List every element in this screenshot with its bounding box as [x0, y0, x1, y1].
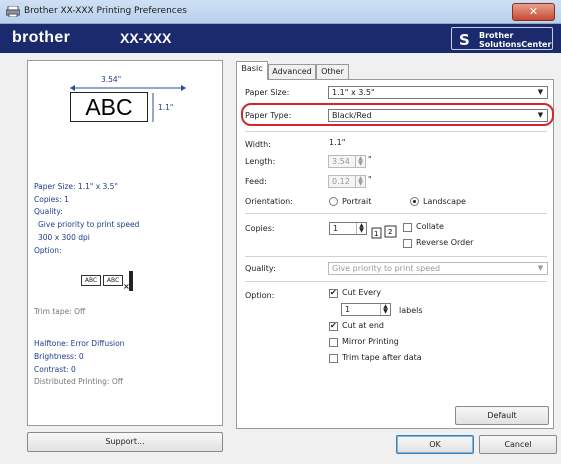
basic-tab-panel: Paper Size: 1.1" x 3.5" ▼ Paper Type: Bl… [236, 79, 554, 429]
svg-text:2: 2 [388, 228, 392, 236]
info-option-heading: Option: [34, 246, 62, 255]
solutions-line2: SolutionsCenter [479, 40, 552, 49]
divider [245, 256, 547, 257]
paper-size-value: 1.1" x 3.5" [332, 88, 375, 97]
info-brightness: Brightness: 0 [34, 352, 84, 361]
solutions-swirl-icon: S [459, 31, 470, 49]
tab-other[interactable]: Other [316, 64, 349, 79]
info-halftone: Halftone: Error Diffusion [34, 339, 125, 348]
feed-stepper[interactable]: 0.12 ▲ ▼ [328, 175, 366, 188]
collate-checkbox[interactable] [403, 223, 412, 232]
landscape-radio[interactable] [410, 197, 419, 206]
feed-unit: " [368, 175, 372, 184]
cut-every-stepper[interactable]: 1 ▲ ▼ [341, 303, 391, 316]
label-preview: ABC [70, 92, 148, 122]
width-value: 1.1" [329, 138, 346, 147]
cut-every-value: 1 [345, 305, 351, 314]
mirror-printing-checkbox[interactable] [329, 338, 338, 347]
collate-label[interactable]: Collate [416, 222, 444, 231]
paper-size-select[interactable]: 1.1" x 3.5" ▼ [328, 86, 548, 99]
tab-basic[interactable]: Basic [236, 61, 268, 80]
info-contrast: Contrast: 0 [34, 365, 76, 374]
copies-value: 1 [333, 224, 339, 233]
printing-preferences-window: Brother XX-XXX Printing Preferences ✕ br… [0, 0, 561, 464]
option-label: Option: [245, 291, 275, 300]
divider [245, 131, 547, 132]
feed-value: 0.12 [332, 177, 350, 186]
portrait-radio[interactable] [329, 197, 338, 206]
printer-icon [6, 6, 20, 17]
brand-bar: brother XX-XXX S Brother SolutionsCenter [0, 24, 561, 53]
length-value: 3.54 [332, 157, 350, 166]
svg-text:1: 1 [374, 230, 378, 238]
brother-logo: brother [12, 29, 71, 46]
info-paper-size: Paper Size: 1.1" x 3.5" [34, 182, 118, 191]
info-distributed: Distributed Printing: Off [34, 377, 123, 386]
preview-panel: 3.54" ABC 1.1" Paper Size: 1.1" x 3.5" C… [27, 60, 223, 426]
spin-arrows-icon[interactable]: ▲ ▼ [356, 223, 366, 234]
length-unit: " [368, 155, 372, 164]
chevron-down-icon: ▼ [537, 88, 544, 96]
info-quality-heading: Quality: [34, 207, 63, 216]
length-label: Length: [245, 157, 276, 166]
copies-label: Copies: [245, 224, 275, 233]
info-copies: Copies: 1 [34, 195, 69, 204]
close-button[interactable]: ✕ [512, 3, 555, 21]
preview-height-dim: 1.1" [158, 103, 174, 112]
cut-sample-1: ABC [81, 275, 101, 286]
title-bar: Brother XX-XXX Printing Preferences ✕ [0, 0, 561, 24]
tab-advanced[interactable]: Advanced [268, 64, 316, 79]
landscape-label[interactable]: Landscape [423, 197, 466, 206]
preview-width-dim: 3.54" [101, 75, 122, 84]
orientation-label: Orientation: [245, 197, 293, 206]
cut-at-end-checkbox[interactable] [329, 321, 338, 331]
copies-stepper[interactable]: 1 ▲ ▼ [329, 222, 367, 235]
cancel-button[interactable]: Cancel [479, 435, 557, 454]
window-title: Brother XX-XXX Printing Preferences [24, 6, 187, 16]
cut-at-end-label[interactable]: Cut at end [342, 321, 384, 330]
cut-every-label[interactable]: Cut Every [342, 288, 381, 297]
cut-every-checkbox[interactable] [329, 288, 338, 298]
support-button[interactable]: Support... [27, 432, 223, 452]
label-preview-text: ABC [85, 94, 133, 120]
reverse-order-checkbox[interactable] [403, 239, 412, 248]
quality-select[interactable]: Give priority to print speed ▼ [328, 262, 548, 275]
info-resolution: 300 x 300 dpi [38, 233, 90, 242]
trim-tape-label[interactable]: Trim tape after data [342, 353, 422, 362]
paper-size-label: Paper Size: [245, 88, 290, 97]
chevron-down-icon: ▼ [537, 264, 544, 272]
ok-button[interactable]: OK [396, 435, 474, 454]
solutions-line1: Brother [479, 31, 514, 40]
model-name: XX-XXX [120, 30, 172, 46]
trim-tape-checkbox[interactable] [329, 354, 338, 363]
portrait-label[interactable]: Portrait [342, 197, 371, 206]
cut-end-bar-icon [129, 271, 133, 291]
divider [245, 281, 547, 282]
mirror-printing-label[interactable]: Mirror Printing [342, 337, 399, 346]
default-button[interactable]: Default [455, 406, 549, 425]
quality-value: Give priority to print speed [332, 264, 441, 273]
cut-sample-2: ABC [103, 275, 123, 286]
divider [245, 213, 547, 214]
quality-label: Quality: [245, 264, 276, 273]
info-quality-value: Give priority to print speed [38, 220, 140, 229]
collate-pages-icon: 1 2 [371, 225, 397, 239]
length-stepper[interactable]: 3.54 ▲ ▼ [328, 155, 366, 168]
solutions-center-link[interactable]: S Brother SolutionsCenter [451, 27, 553, 50]
highlight-oval [241, 103, 554, 126]
labels-suffix: labels [399, 306, 423, 315]
spin-arrows-icon[interactable]: ▲ ▼ [355, 156, 365, 167]
spin-arrows-icon[interactable]: ▲ ▼ [380, 304, 390, 315]
feed-label: Feed: [245, 177, 267, 186]
spin-arrows-icon[interactable]: ▲ ▼ [355, 176, 365, 187]
info-trim-tape: Trim tape: Off [34, 307, 86, 316]
width-label: Width: [245, 140, 271, 149]
reverse-order-label[interactable]: Reverse Order [416, 238, 473, 247]
height-dimension-line [152, 93, 154, 122]
